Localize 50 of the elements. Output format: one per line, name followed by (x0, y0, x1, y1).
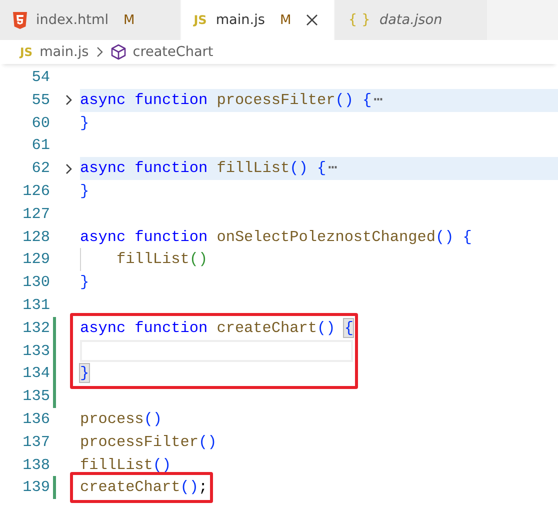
code-line: fillList() (80, 454, 172, 476)
code-line: process() (80, 408, 162, 430)
line-number: 128 (22, 226, 50, 248)
line-number: 139 (22, 477, 50, 498)
code-line: async function onSelectPoleznostChanged() { (80, 226, 472, 248)
line-number: 135 (22, 386, 50, 408)
chevron-right-icon[interactable] (65, 162, 73, 175)
line-number: 60 (30, 112, 50, 134)
tab-label: data.json (379, 12, 442, 28)
line-number: 132 (22, 318, 50, 339)
line-number: 62 (30, 158, 50, 180)
breadcrumb-symbol[interactable]: createChart (132, 44, 214, 60)
json-file-icon: { } (348, 12, 370, 28)
code-line: } (80, 112, 90, 134)
cube-icon (110, 44, 126, 60)
chevron-right-icon (96, 46, 104, 58)
code-line: async function createChart() { (80, 318, 354, 339)
html-file-icon (13, 12, 27, 28)
line-number: 138 (22, 454, 50, 476)
modified-indicator: M (123, 12, 135, 28)
js-file-icon: JS (20, 45, 33, 59)
line-number: 129 (22, 249, 50, 270)
line-number: 130 (22, 272, 50, 294)
editor-tab[interactable]: index.html M (0, 0, 181, 40)
code-line: async function fillList() {⋯ (80, 158, 338, 180)
code-line: async function processFilter() {⋯ (80, 90, 383, 111)
line-number: 136 (22, 408, 50, 430)
code-line: processFilter() (80, 432, 217, 453)
editor-tab[interactable]: { } data.json (335, 0, 488, 40)
line-number: 127 (22, 204, 50, 225)
line-number: 137 (22, 432, 50, 453)
line-number: 55 (30, 90, 50, 111)
js-file-icon: JS (194, 13, 207, 27)
line-number: 134 (22, 363, 50, 384)
breadcrumb-file[interactable]: main.js (40, 44, 89, 60)
tab-label: index.html (36, 12, 108, 28)
tab-label: main.js (216, 12, 265, 28)
line-number: 126 (22, 180, 50, 202)
line-number: 133 (22, 340, 50, 362)
editor-tab[interactable]: JS main.js M (180, 0, 336, 40)
code-line: } (80, 180, 90, 202)
modified-indicator: M (280, 12, 292, 28)
line-number: 54 (30, 67, 50, 88)
code-line: createChart(); (80, 477, 208, 498)
code-line: } (80, 272, 90, 294)
line-number: 131 (22, 294, 50, 316)
code-line: fillList() (116, 249, 208, 270)
close-icon[interactable] (304, 12, 320, 28)
chevron-right-icon[interactable] (65, 94, 73, 106)
line-number: 61 (30, 135, 50, 156)
